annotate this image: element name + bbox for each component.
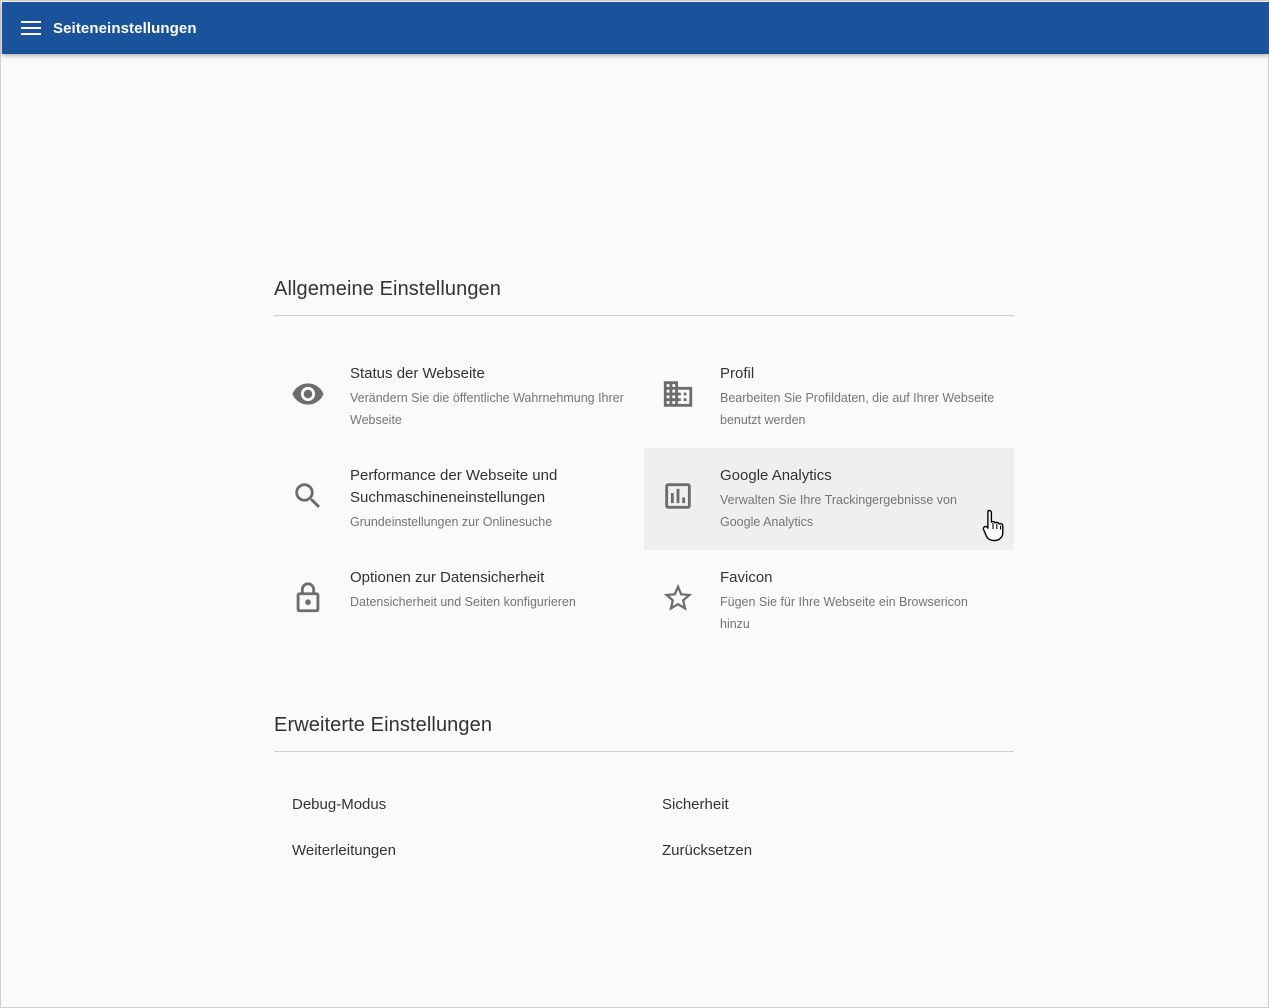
tile-title: Favicon	[720, 569, 773, 586]
tile-description: Verändern Sie die öffentliche Wahrnehmun…	[350, 391, 624, 427]
tile-google-analytics[interactable]: Google Analytics Verwalten Sie Ihre Trac…	[644, 448, 1014, 550]
star-icon	[660, 580, 696, 616]
link-reset[interactable]: Zurücksetzen	[662, 842, 752, 859]
eye-icon	[290, 376, 326, 412]
building-icon	[660, 376, 696, 412]
link-debug-mode[interactable]: Debug-Modus	[292, 796, 386, 813]
hamburger-menu-icon[interactable]	[21, 20, 41, 36]
tile-website-status[interactable]: Status der Webseite Verändern Sie die öf…	[274, 346, 644, 448]
tile-description: Datensicherheit und Seiten konfigurieren	[350, 595, 576, 609]
app-title: Seiteneinstellungen	[53, 19, 197, 37]
bar-chart-icon	[660, 478, 696, 514]
tile-title: Status der Webseite	[350, 365, 485, 382]
tile-data-security[interactable]: Optionen zur Datensicherheit Datensicher…	[274, 550, 644, 652]
tile-description: Grundeinstellungen zur Onlinesuche	[350, 515, 553, 529]
tile-title: Profil	[720, 365, 755, 382]
hand-pointer-cursor-icon	[982, 509, 1004, 542]
search-icon	[290, 478, 326, 514]
tile-title: Google Analytics	[720, 467, 832, 484]
section-heading-general: Allgemeine Einstellungen	[274, 278, 1014, 316]
tile-description: Verwalten Sie Ihre Trackingergebnisse vo…	[720, 493, 957, 529]
app-bar: Seiteneinstellungen	[2, 2, 1269, 54]
tile-profile[interactable]: Profil Bearbeiten Sie Profildaten, die a…	[644, 346, 1014, 448]
page-frame: Seiteneinstellungen Allgemeine Einstellu…	[0, 0, 1269, 1008]
tile-performance-seo[interactable]: Performance der Webseite und Suchmaschin…	[274, 448, 644, 550]
tile-title: Performance der Webseite und Suchmaschin…	[350, 467, 558, 506]
link-security[interactable]: Sicherheit	[662, 796, 729, 813]
tile-description: Fügen Sie für Ihre Webseite ein Browseri…	[720, 595, 968, 631]
link-redirects[interactable]: Weiterleitungen	[292, 842, 396, 859]
section-heading-advanced: Erweiterte Einstellungen	[274, 714, 1014, 752]
lock-icon	[290, 580, 326, 616]
tile-description: Bearbeiten Sie Profildaten, die auf Ihre…	[720, 391, 995, 427]
tile-favicon[interactable]: Favicon Fügen Sie für Ihre Webseite ein …	[644, 550, 1014, 652]
tile-title: Optionen zur Datensicherheit	[350, 569, 545, 586]
